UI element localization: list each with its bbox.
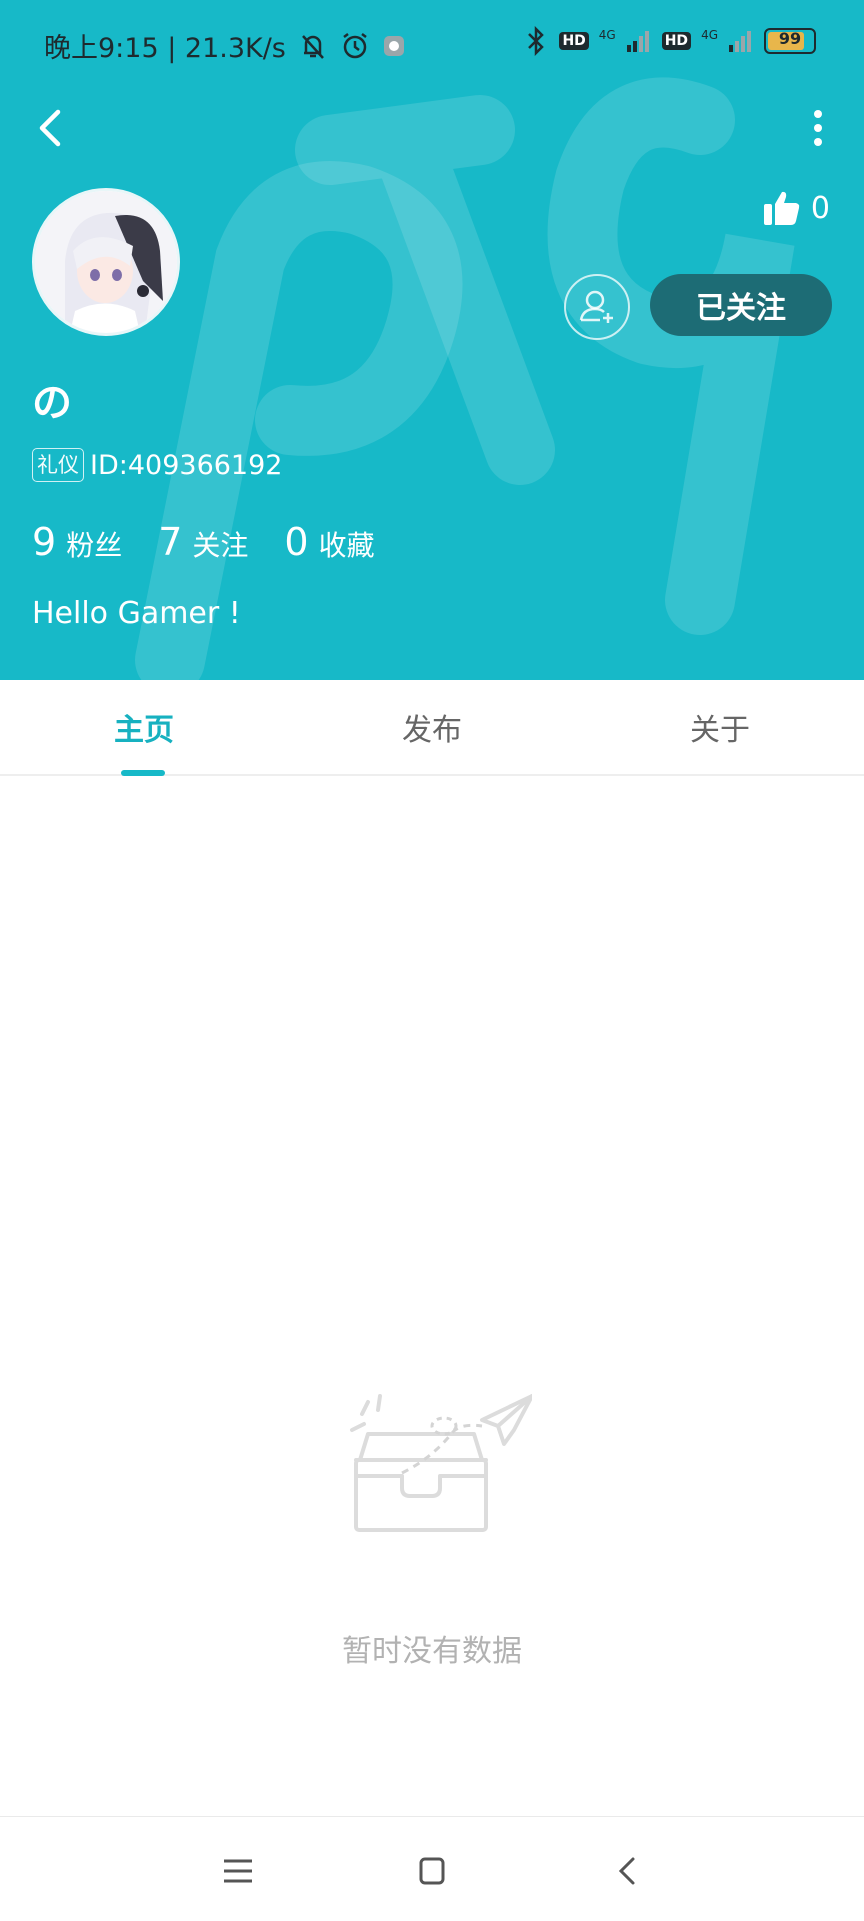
battery-icon: 99 xyxy=(764,28,816,54)
username: の xyxy=(32,380,72,426)
more-vertical-icon xyxy=(814,110,822,146)
user-bio: Hello Gamer ! xyxy=(32,596,241,631)
stat-favorites[interactable]: 0 收藏 xyxy=(284,520,374,564)
active-tab-indicator xyxy=(121,770,165,776)
user-id: ID:409366192 xyxy=(90,449,283,481)
back-button[interactable] xyxy=(28,100,76,156)
back-chevron-icon xyxy=(618,1857,635,1885)
more-options-button[interactable] xyxy=(800,104,836,152)
menu-icon xyxy=(224,1859,252,1883)
empty-inbox-icon xyxy=(350,1394,532,1532)
stat-followers-value: 9 xyxy=(32,520,57,564)
hd-badge-2: HD xyxy=(661,32,692,50)
stat-followers-label: 粉丝 xyxy=(66,529,123,562)
stat-following[interactable]: 7 关注 xyxy=(158,520,248,564)
network-type-1: 4G xyxy=(598,28,616,42)
signal-icon-2 xyxy=(729,31,751,52)
profile-stats: 9 粉丝 7 关注 0 收藏 xyxy=(32,520,411,564)
thumbs-up-icon xyxy=(763,191,800,225)
home-square-icon xyxy=(419,1857,445,1885)
signal-icon-1 xyxy=(626,31,649,52)
alarm-icon xyxy=(343,32,367,58)
stat-favorites-label: 收藏 xyxy=(318,529,375,562)
bell-muted-icon xyxy=(301,34,324,59)
like-button[interactable]: 0 xyxy=(763,190,830,226)
bluetooth-icon xyxy=(528,26,545,56)
follow-status-button[interactable]: 已关注 xyxy=(650,274,832,336)
status-right: HD 4G HD 4G 99 xyxy=(523,26,816,56)
tab-about[interactable]: 关于 xyxy=(576,680,864,774)
app-notification-icon xyxy=(383,35,404,56)
battery-level: 99 xyxy=(778,29,802,48)
network-type-2: 4G xyxy=(701,28,718,42)
system-nav-bar xyxy=(0,1816,864,1921)
watermark-logo xyxy=(135,77,795,680)
like-count: 0 xyxy=(810,190,830,226)
avatar[interactable] xyxy=(32,188,180,336)
back-arrow-icon xyxy=(39,109,61,147)
nav-home-button[interactable] xyxy=(408,1847,456,1895)
empty-state-text: 暂时没有数据 xyxy=(342,1634,522,1669)
profile-tabs: 主页 发布 关于 xyxy=(0,680,864,776)
stat-following-value: 7 xyxy=(158,520,183,564)
stat-favorites-value: 0 xyxy=(284,520,309,564)
tab-home[interactable]: 主页 xyxy=(0,680,288,774)
status-bar: 晚上9:15 | 21.3K/s HD 4G HD 4G 99 xyxy=(0,0,864,88)
stat-followers[interactable]: 9 粉丝 xyxy=(32,520,122,564)
user-id-row: 礼仪 ID:409366192 xyxy=(32,448,282,482)
avatar-illustration xyxy=(35,191,177,333)
stat-following-label: 关注 xyxy=(192,529,249,562)
hd-badge-1: HD xyxy=(559,32,589,50)
nav-menu-button[interactable] xyxy=(214,1847,262,1895)
add-friend-button[interactable] xyxy=(564,274,630,340)
status-time-speed: 晚上9:15 | 21.3K/s xyxy=(44,33,286,64)
user-badge: 礼仪 xyxy=(32,448,84,482)
nav-back-button[interactable] xyxy=(604,1847,652,1895)
status-left: 晚上9:15 | 21.3K/s xyxy=(44,26,406,65)
add-user-icon xyxy=(579,290,613,323)
tab-posts[interactable]: 发布 xyxy=(288,680,576,774)
profile-header: 晚上9:15 | 21.3K/s HD 4G HD 4G 99 0 已关注 の … xyxy=(0,0,864,680)
